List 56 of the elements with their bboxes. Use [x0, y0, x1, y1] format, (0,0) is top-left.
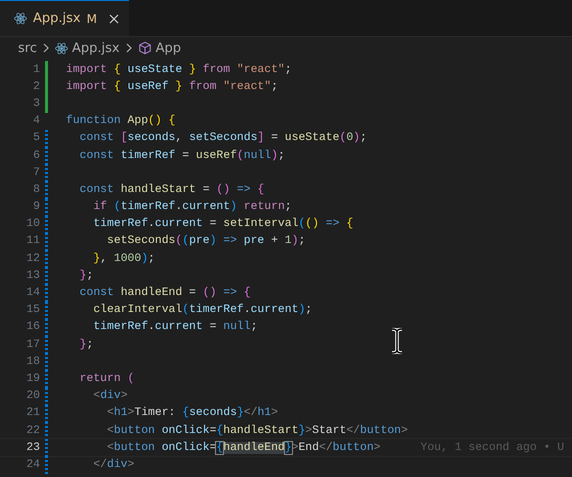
line-number: 4	[32, 115, 40, 128]
code-line: return (	[78, 372, 134, 385]
breadcrumb-item[interactable]: src	[18, 40, 37, 56]
code-line: timerRef.current = setInterval(() => {	[92, 218, 354, 230]
code-line: };	[78, 270, 94, 282]
line-number: 23	[25, 442, 40, 454]
line-number: 16	[25, 321, 40, 334]
code-line: if (timerRef.current) return;	[92, 201, 292, 214]
line-number: 20	[25, 390, 40, 402]
line-number: 10	[25, 218, 40, 230]
blame-annotation: You, 1 second ago • U	[420, 442, 564, 454]
cube-icon	[138, 41, 152, 55]
breadcrumb-item[interactable]: App	[156, 40, 181, 56]
line-number: 15	[25, 304, 40, 316]
line-number: 21	[25, 407, 40, 420]
line-number: 3	[32, 98, 40, 110]
code-line: }, 1000);	[92, 252, 155, 265]
code-line: const handleEnd = () => {	[78, 287, 251, 300]
code-line: <button onClick={handleStart}>Start</button>	[106, 424, 408, 437]
line-number: 7	[32, 166, 40, 179]
line-number: 1	[32, 64, 40, 76]
line-number: 24	[25, 458, 40, 471]
code-line: <h1>Timer: {seconds}</h1>	[106, 407, 278, 420]
code-line: <div>	[92, 390, 128, 402]
line-number: 17	[25, 338, 40, 351]
code-line: const [seconds, setSeconds] = useState(0);	[78, 132, 367, 144]
line-number: 11	[25, 235, 40, 248]
line-number: 9	[32, 201, 40, 214]
line-number: 12	[25, 252, 40, 265]
react-icon	[14, 12, 27, 25]
code-line: </div>	[92, 458, 134, 471]
line-number: 2	[32, 80, 40, 93]
line-number: 14	[25, 287, 40, 300]
text-cursor-icon	[390, 328, 404, 354]
code-line: import { useRef } from "react";	[66, 80, 278, 93]
code-line: const handleStart = () => {	[78, 184, 264, 196]
code-line: timerRef.current = null;	[92, 321, 258, 334]
breadcrumb-item[interactable]: App.jsx	[72, 40, 120, 56]
code-line: clearInterval(timerRef.current);	[92, 304, 312, 316]
react-icon	[54, 42, 68, 54]
line-number: 19	[25, 372, 40, 385]
line-number: 22	[25, 424, 40, 437]
code-line: };	[78, 338, 94, 351]
modified-status: M	[86, 12, 97, 26]
line-number: 18	[25, 356, 40, 368]
line-number: 8	[32, 184, 40, 196]
line-number: 6	[32, 150, 40, 162]
code-line: function App() {	[66, 115, 176, 128]
chevron-icon	[124, 43, 134, 53]
code-line: setSeconds((pre) => pre + 1);	[106, 235, 306, 248]
editor-tab[interactable]: App.jsx M	[0, 0, 129, 36]
chevron-icon	[40, 43, 51, 53]
line-number: 5	[32, 132, 40, 144]
code-line: import { useState } from "react";	[66, 64, 292, 76]
line-number: 13	[25, 270, 40, 282]
code-line: const timerRef = useRef(null);	[78, 150, 285, 162]
